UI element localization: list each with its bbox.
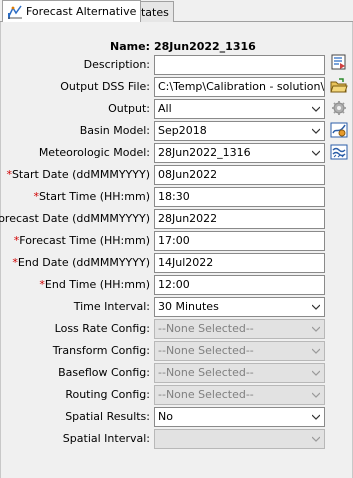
start-time-input[interactable]: 18:30	[154, 187, 325, 207]
folder-open-icon	[330, 77, 348, 98]
description-row: Description:	[0, 54, 353, 75]
output-dss-file-row: Output DSS File: C:\Temp\Calibration - s…	[0, 77, 353, 97]
transform-config-value: --None Selected--	[158, 344, 254, 357]
transform-config-row: Transform Config: --None Selected--	[0, 341, 353, 361]
start-date-label: *Start Date (ddMMMYYYY)	[6, 168, 150, 181]
end-date-label: *End Date (ddMMMYYYY)	[12, 256, 150, 269]
output-select[interactable]: All	[154, 99, 325, 119]
start-time-label: *Start Time (HH:mm)	[33, 190, 150, 203]
start-date-input[interactable]: 08Jun2022	[154, 165, 325, 185]
output-value: All	[158, 102, 172, 115]
tab-bar: Forecast Alternative States	[0, 0, 353, 22]
baseflow-config-select: --None Selected--	[154, 363, 325, 383]
chevron-down-icon	[312, 128, 320, 134]
time-interval-row: Time Interval: 30 Minutes	[0, 297, 353, 317]
spatial-results-row: Spatial Results: No	[0, 407, 353, 427]
description-input[interactable]	[154, 55, 325, 75]
met-model-edit-button[interactable]	[330, 144, 348, 162]
spatial-results-label: Spatial Results:	[65, 410, 150, 423]
loss-rate-config-row: Loss Rate Config: --None Selected--	[0, 319, 353, 339]
output-row: Output: All	[0, 99, 353, 119]
tab-forecast-alternative[interactable]: Forecast Alternative	[2, 0, 142, 22]
transform-config-select: --None Selected--	[154, 341, 325, 361]
met-model-value: 28Jun2022_1316	[158, 146, 251, 159]
loss-rate-config-label: Loss Rate Config:	[54, 322, 150, 335]
spatial-results-select[interactable]: No	[154, 407, 325, 427]
basin-model-edit-button[interactable]	[330, 122, 348, 140]
baseflow-config-label: Baseflow Config:	[58, 366, 150, 379]
time-interval-value: 30 Minutes	[158, 300, 219, 313]
output-dss-file-input[interactable]: C:\Temp\Calibration - solution\28J	[154, 77, 325, 97]
chevron-down-icon	[312, 326, 320, 332]
transform-config-label: Transform Config:	[52, 344, 150, 357]
file-select-icon	[330, 53, 348, 74]
chevron-down-icon	[312, 392, 320, 398]
spatial-results-value: No	[158, 410, 173, 423]
chevron-down-icon	[312, 348, 320, 354]
start-date-row: *Start Date (ddMMMYYYY) 08Jun2022	[0, 165, 353, 185]
spatial-interval-select	[154, 429, 325, 449]
name-label: Name:	[110, 40, 150, 53]
file-select-button[interactable]	[330, 54, 348, 72]
spatial-interval-label: Spatial Interval:	[62, 432, 150, 445]
tab-label: Forecast Alternative	[26, 5, 137, 18]
end-date-input[interactable]: 14Jul2022	[154, 253, 325, 273]
chevron-down-icon	[312, 370, 320, 376]
loss-rate-config-value: --None Selected--	[158, 322, 254, 335]
end-time-row: *End Time (HH:mm) 12:00	[0, 275, 353, 295]
chevron-down-icon	[312, 150, 320, 156]
time-interval-label: Time Interval:	[73, 300, 150, 313]
basin-model-select[interactable]: Sep2018	[154, 121, 325, 141]
forecast-date-label: *Forecast Date (ddMMMYYYY)	[0, 212, 150, 225]
basin-model-icon	[330, 121, 348, 142]
forecast-date-row: *Forecast Date (ddMMMYYYY) 28Jun2022	[0, 209, 353, 229]
forecast-date-input[interactable]: 28Jun2022	[154, 209, 325, 229]
end-time-label: *End Time (HH:mm)	[39, 278, 150, 291]
meteorologic-model-icon	[330, 143, 348, 164]
time-interval-select[interactable]: 30 Minutes	[154, 297, 325, 317]
met-model-label: Meteorologic Model:	[38, 146, 150, 159]
routing-config-select: --None Selected--	[154, 385, 325, 405]
open-dss-file-button[interactable]	[330, 77, 348, 98]
chevron-down-icon	[312, 304, 320, 310]
name-value: 28Jun2022_1316	[154, 40, 256, 53]
basin-model-label: Basin Model:	[79, 124, 150, 137]
forecast-time-label: *Forecast Time (HH:mm)	[13, 234, 150, 247]
chevron-down-icon	[312, 106, 320, 112]
routing-config-label: Routing Config:	[65, 388, 150, 401]
output-dss-file-label: Output DSS File:	[60, 80, 150, 93]
forecast-time-input[interactable]: 17:00	[154, 231, 325, 251]
baseflow-config-row: Baseflow Config: --None Selected--	[0, 363, 353, 383]
forecast-alternative-icon	[7, 4, 23, 20]
output-settings-button[interactable]	[330, 100, 348, 118]
baseflow-config-value: --None Selected--	[158, 366, 254, 379]
forecast-time-row: *Forecast Time (HH:mm) 17:00	[0, 231, 353, 251]
end-time-input[interactable]: 12:00	[154, 275, 325, 295]
start-time-row: *Start Time (HH:mm) 18:30	[0, 187, 353, 207]
chevron-down-icon	[312, 436, 320, 442]
routing-config-row: Routing Config: --None Selected--	[0, 385, 353, 405]
end-date-row: *End Date (ddMMMYYYY) 14Jul2022	[0, 253, 353, 273]
chevron-down-icon	[312, 414, 320, 420]
spatial-interval-row: Spatial Interval:	[0, 429, 353, 449]
description-label: Description:	[83, 58, 150, 71]
basin-model-row: Basin Model: Sep2018	[0, 121, 353, 141]
met-model-select[interactable]: 28Jun2022_1316	[154, 143, 325, 163]
gear-icon	[331, 100, 347, 119]
loss-rate-config-select: --None Selected--	[154, 319, 325, 339]
basin-model-value: Sep2018	[158, 124, 207, 137]
met-model-row: Meteorologic Model: 28Jun2022_1316	[0, 143, 353, 163]
output-label: Output:	[108, 102, 150, 115]
routing-config-value: --None Selected--	[158, 388, 254, 401]
